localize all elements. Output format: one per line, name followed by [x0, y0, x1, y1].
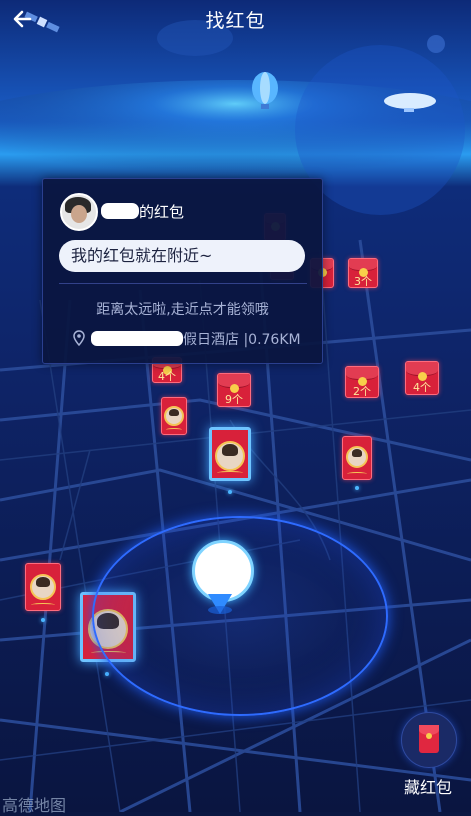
photo-envelope-marker[interactable] [209, 427, 251, 481]
page-title: 找红包 [205, 10, 266, 32]
redacted-address [91, 331, 183, 346]
hide-envelope-label[interactable]: 藏红包 [395, 774, 461, 798]
divider [59, 283, 307, 284]
hide-envelope-button[interactable] [401, 712, 457, 768]
photo-envelope-marker[interactable] [161, 397, 187, 435]
envelope-count: 9个 [225, 393, 243, 406]
top-bar: 找红包 [0, 0, 471, 40]
location-pin-icon [208, 594, 232, 614]
red-envelope-icon [419, 725, 439, 753]
owner-envelope-label: 的红包 [139, 203, 185, 221]
envelope-message: 我的红包就在附近~ [59, 240, 305, 272]
photo-envelope-marker[interactable] [342, 436, 372, 480]
red-envelope-marker[interactable]: 4个 [405, 361, 439, 395]
envelope-count: 4个 [413, 381, 431, 394]
photo-envelope-marker[interactable] [25, 563, 61, 611]
map-pin-icon [73, 330, 85, 346]
owner-avatar [60, 193, 98, 231]
map-brand-logo: 高德地图 [2, 796, 67, 815]
envelope-count: 2个 [353, 385, 371, 398]
envelope-count: 4个 [158, 370, 176, 383]
envelope-info-popup[interactable]: 的红包 我的红包就在附近~ 距离太远啦,走近点才能领哦 假日酒店 |0.76KM [42, 178, 323, 364]
red-envelope-marker[interactable]: 9个 [217, 373, 251, 407]
red-envelope-marker[interactable]: 3个 [348, 258, 378, 288]
envelope-count: 3个 [354, 275, 372, 288]
red-envelope-marker[interactable]: 2个 [345, 366, 379, 398]
redacted-name [101, 203, 139, 219]
address-distance: 假日酒店 |0.76KM [183, 332, 301, 348]
distance-hint: 距离太远啦,走近点才能领哦 [96, 302, 269, 318]
